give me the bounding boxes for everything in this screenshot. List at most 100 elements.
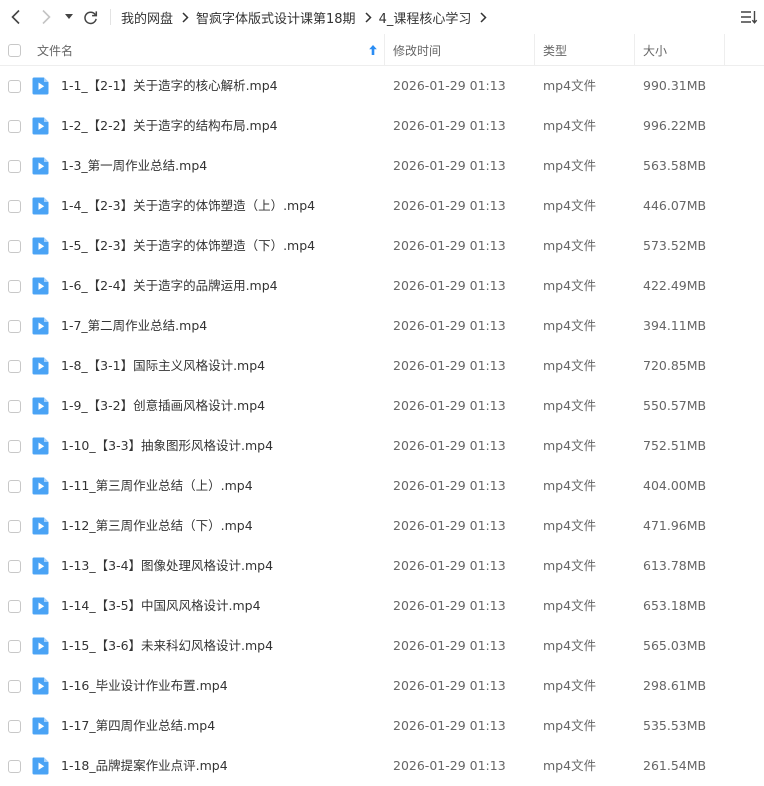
file-row[interactable]: 1-4_【2-3】关于造字的体饰塑造（上）.mp4 2026-01-29 01:… bbox=[0, 186, 764, 226]
file-name: 1-10_【3-3】抽象图形风格设计.mp4 bbox=[61, 438, 274, 453]
file-row[interactable]: 1-7_第二周作业总结.mp4 2026-01-29 01:13 mp4文件 3… bbox=[0, 306, 764, 346]
file-row[interactable]: 1-18_品牌提案作业点评.mp4 2026-01-29 01:13 mp4文件… bbox=[0, 746, 764, 786]
file-modified-time: 2026-01-29 01:13 bbox=[393, 558, 506, 573]
forward-button[interactable] bbox=[36, 7, 56, 27]
row-checkbox[interactable] bbox=[8, 480, 21, 493]
sort-order-button[interactable] bbox=[740, 8, 758, 26]
file-modified-time: 2026-01-29 01:13 bbox=[393, 478, 506, 493]
row-checkbox[interactable] bbox=[8, 440, 21, 453]
file-size: 298.61MB bbox=[643, 678, 707, 693]
file-type: mp4文件 bbox=[543, 678, 597, 693]
file-name: 1-3_第一周作业总结.mp4 bbox=[61, 158, 208, 173]
column-divider[interactable] bbox=[384, 34, 385, 66]
row-checkbox[interactable] bbox=[8, 240, 21, 253]
row-checkbox[interactable] bbox=[8, 360, 21, 373]
file-row[interactable]: 1-5_【2-3】关于造字的体饰塑造（下）.mp4 2026-01-29 01:… bbox=[0, 226, 764, 266]
file-row[interactable]: 1-9_【3-2】创意插画风格设计.mp4 2026-01-29 01:13 m… bbox=[0, 386, 764, 426]
file-row[interactable]: 1-16_毕业设计作业布置.mp4 2026-01-29 01:13 mp4文件… bbox=[0, 666, 764, 706]
file-type: mp4文件 bbox=[543, 318, 597, 333]
file-name: 1-11_第三周作业总结（上）.mp4 bbox=[61, 478, 253, 493]
column-divider[interactable] bbox=[534, 34, 535, 66]
file-row[interactable]: 1-2_【2-2】关于造字的结构布局.mp4 2026-01-29 01:13 … bbox=[0, 106, 764, 146]
file-modified-time: 2026-01-29 01:13 bbox=[393, 398, 506, 413]
file-type: mp4文件 bbox=[543, 438, 597, 453]
breadcrumb-item-root[interactable]: 我的网盘 bbox=[121, 8, 173, 27]
file-type: mp4文件 bbox=[543, 718, 597, 733]
file-row[interactable]: 1-14_【3-5】中国风风格设计.mp4 2026-01-29 01:13 m… bbox=[0, 586, 764, 626]
file-size: 394.11MB bbox=[643, 318, 707, 333]
column-header-name[interactable]: 文件名 bbox=[37, 34, 383, 66]
file-row[interactable]: 1-6_【2-4】关于造字的品牌运用.mp4 2026-01-29 01:13 … bbox=[0, 266, 764, 306]
column-divider[interactable] bbox=[634, 34, 635, 66]
file-row[interactable]: 1-8_【3-1】国际主义风格设计.mp4 2026-01-29 01:13 m… bbox=[0, 346, 764, 386]
file-type: mp4文件 bbox=[543, 598, 597, 613]
select-all-checkbox[interactable] bbox=[8, 44, 21, 57]
breadcrumb-item-course[interactable]: 智疯字体版式设计课第18期 bbox=[196, 8, 356, 27]
column-header-type-label: 类型 bbox=[543, 43, 568, 58]
file-type: mp4文件 bbox=[543, 478, 597, 493]
refresh-button[interactable] bbox=[80, 7, 100, 27]
file-row[interactable]: 1-3_第一周作业总结.mp4 2026-01-29 01:13 mp4文件 5… bbox=[0, 146, 764, 186]
row-checkbox[interactable] bbox=[8, 760, 21, 773]
sort-ascending-icon bbox=[369, 45, 377, 55]
column-header-modified[interactable]: 修改时间 bbox=[393, 34, 533, 66]
file-name: 1-9_【3-2】创意插画风格设计.mp4 bbox=[61, 398, 266, 413]
row-checkbox[interactable] bbox=[8, 280, 21, 293]
row-checkbox[interactable] bbox=[8, 400, 21, 413]
row-checkbox[interactable] bbox=[8, 320, 21, 333]
file-type: mp4文件 bbox=[543, 238, 597, 253]
row-checkbox[interactable] bbox=[8, 520, 21, 533]
file-row[interactable]: 1-12_第三周作业总结（下）.mp4 2026-01-29 01:13 mp4… bbox=[0, 506, 764, 546]
file-size: 550.57MB bbox=[643, 398, 707, 413]
file-modified-time: 2026-01-29 01:13 bbox=[393, 318, 506, 333]
file-row[interactable]: 1-10_【3-3】抽象图形风格设计.mp4 2026-01-29 01:13 … bbox=[0, 426, 764, 466]
file-modified-time: 2026-01-29 01:13 bbox=[393, 518, 506, 533]
file-size: 613.78MB bbox=[643, 558, 707, 573]
row-checkbox[interactable] bbox=[8, 720, 21, 733]
file-name: 1-18_品牌提案作业点评.mp4 bbox=[61, 758, 228, 773]
toolbar-divider bbox=[110, 9, 111, 25]
video-file-icon bbox=[32, 757, 49, 775]
file-size: 565.03MB bbox=[643, 638, 707, 653]
file-name: 1-13_【3-4】图像处理风格设计.mp4 bbox=[61, 558, 274, 573]
chevron-right-icon bbox=[42, 9, 51, 25]
file-size: 446.07MB bbox=[643, 198, 707, 213]
file-name: 1-12_第三周作业总结（下）.mp4 bbox=[61, 518, 253, 533]
file-name: 1-14_【3-5】中国风风格设计.mp4 bbox=[61, 598, 261, 613]
column-header-type[interactable]: 类型 bbox=[543, 34, 633, 66]
row-checkbox[interactable] bbox=[8, 640, 21, 653]
row-checkbox[interactable] bbox=[8, 160, 21, 173]
file-name: 1-15_【3-6】未来科幻风格设计.mp4 bbox=[61, 638, 274, 653]
file-type: mp4文件 bbox=[543, 558, 597, 573]
row-checkbox[interactable] bbox=[8, 200, 21, 213]
breadcrumb-item-current[interactable]: 4_课程核心学习 bbox=[379, 8, 472, 27]
row-checkbox[interactable] bbox=[8, 680, 21, 693]
file-modified-time: 2026-01-29 01:13 bbox=[393, 678, 506, 693]
file-type: mp4文件 bbox=[543, 158, 597, 173]
video-file-icon bbox=[32, 717, 49, 735]
file-row[interactable]: 1-15_【3-6】未来科幻风格设计.mp4 2026-01-29 01:13 … bbox=[0, 626, 764, 666]
row-checkbox[interactable] bbox=[8, 600, 21, 613]
file-type: mp4文件 bbox=[543, 758, 597, 773]
file-name: 1-4_【2-3】关于造字的体饰塑造（上）.mp4 bbox=[61, 198, 316, 213]
history-dropdown-button[interactable] bbox=[60, 7, 78, 27]
refresh-icon bbox=[83, 10, 97, 24]
back-button[interactable] bbox=[6, 7, 26, 27]
column-divider[interactable] bbox=[724, 34, 725, 66]
file-type: mp4文件 bbox=[543, 278, 597, 293]
file-size: 720.85MB bbox=[643, 358, 707, 373]
file-type: mp4文件 bbox=[543, 198, 597, 213]
row-checkbox[interactable] bbox=[8, 560, 21, 573]
file-size: 653.18MB bbox=[643, 598, 707, 613]
row-checkbox[interactable] bbox=[8, 120, 21, 133]
video-file-icon bbox=[32, 157, 49, 175]
file-row[interactable]: 1-1_【2-1】关于造字的核心解析.mp4 2026-01-29 01:13 … bbox=[0, 66, 764, 106]
row-checkbox[interactable] bbox=[8, 80, 21, 93]
file-size: 563.58MB bbox=[643, 158, 707, 173]
file-row[interactable]: 1-11_第三周作业总结（上）.mp4 2026-01-29 01:13 mp4… bbox=[0, 466, 764, 506]
file-row[interactable]: 1-17_第四周作业总结.mp4 2026-01-29 01:13 mp4文件 … bbox=[0, 706, 764, 746]
file-row[interactable]: 1-13_【3-4】图像处理风格设计.mp4 2026-01-29 01:13 … bbox=[0, 546, 764, 586]
column-header-size[interactable]: 大小 bbox=[643, 34, 723, 66]
file-name: 1-6_【2-4】关于造字的品牌运用.mp4 bbox=[61, 278, 278, 293]
file-modified-time: 2026-01-29 01:13 bbox=[393, 118, 506, 133]
